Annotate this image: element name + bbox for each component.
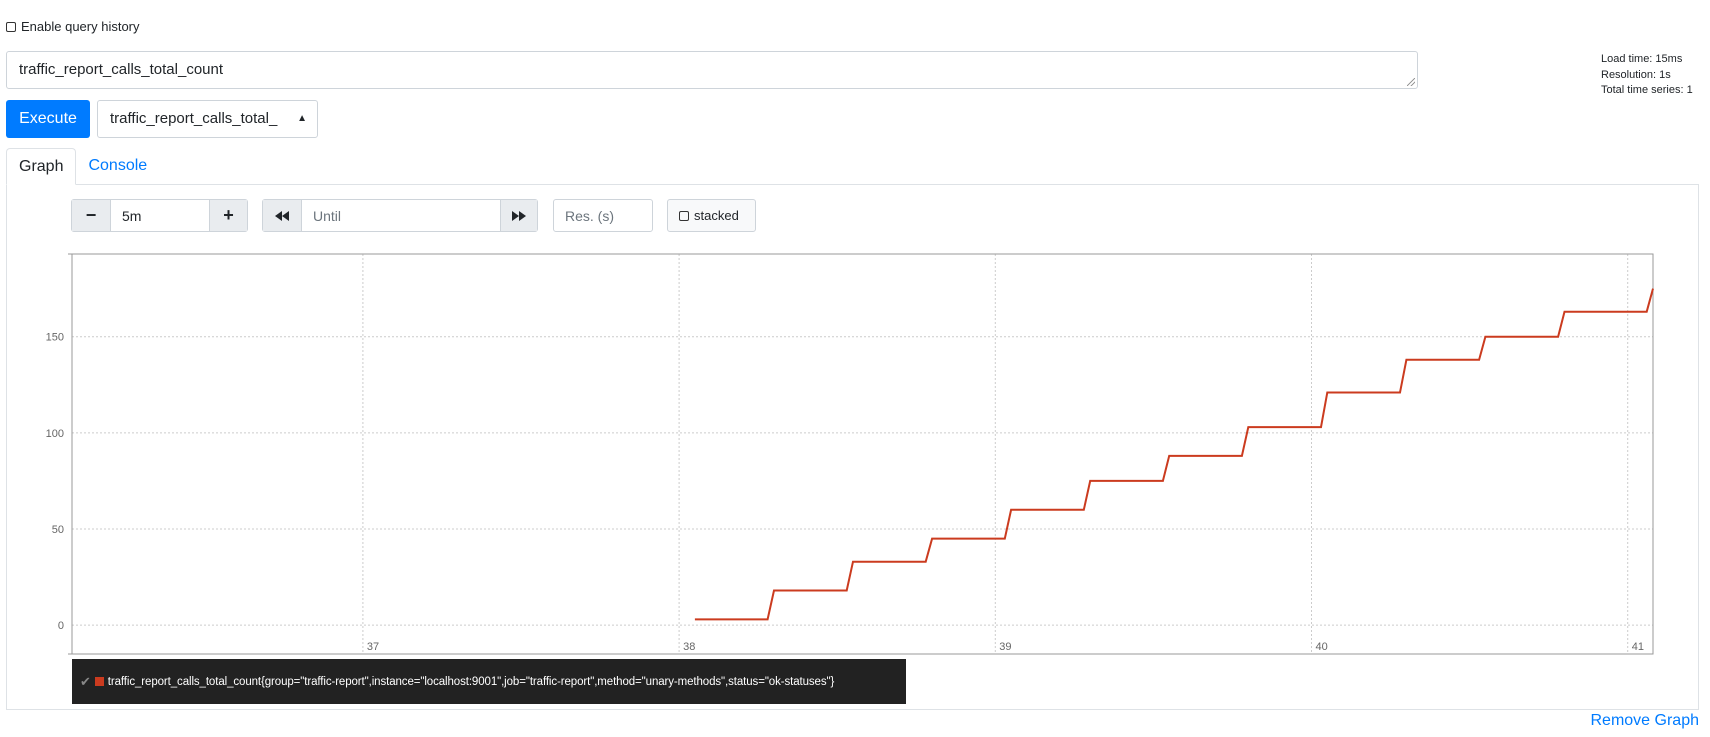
chart-tick-labels: 0 50 100 150 37 38 39 40 41 <box>46 332 1644 653</box>
graph-chart: 0 50 100 150 37 38 39 40 41 <box>46 253 1654 655</box>
checkmark-icon: ✔ <box>80 673 91 689</box>
x-tick-label: 38 <box>683 641 695 653</box>
y-tick-label: 0 <box>58 620 64 632</box>
chart-series <box>694 288 1654 621</box>
series-line <box>694 288 1654 621</box>
x-tick-label: 37 <box>367 641 379 653</box>
chart-grid <box>72 254 1653 654</box>
y-tick-label: 150 <box>46 332 64 344</box>
tab-graph[interactable]: Graph <box>6 148 77 185</box>
series-legend[interactable]: ✔ traffic_report_calls_total_count{group… <box>72 659 906 704</box>
series-legend-label: traffic_report_calls_total_count{group="… <box>107 675 835 688</box>
series-color-swatch <box>94 677 104 686</box>
y-tick-label: 100 <box>46 428 64 440</box>
chart-axes <box>68 253 1654 655</box>
y-tick-label: 50 <box>52 524 64 536</box>
x-tick-label: 41 <box>1632 641 1644 653</box>
x-tick-label: 39 <box>999 641 1011 653</box>
x-tick-label: 40 <box>1316 641 1328 653</box>
remove-graph-link[interactable]: Remove Graph <box>1591 712 1700 730</box>
plot-frame <box>71 253 1654 655</box>
